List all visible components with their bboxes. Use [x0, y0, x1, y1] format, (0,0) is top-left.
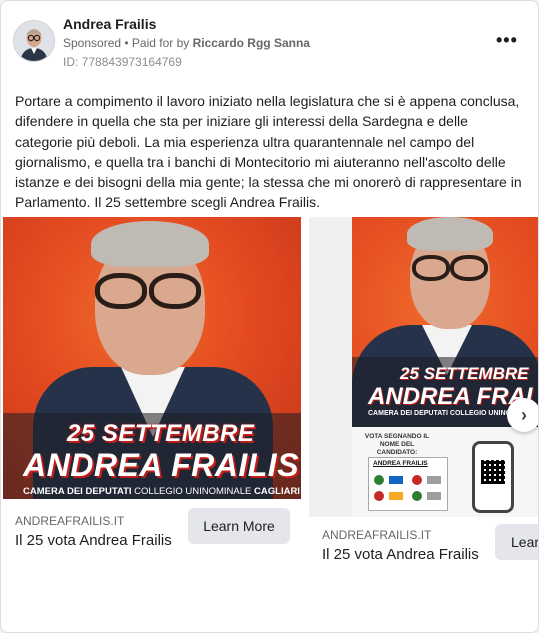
candidate-photo-2[interactable]: 25 SETTEMBRE ANDREA FRAI CAMERA DEI DEPU…: [352, 217, 538, 517]
ad-date-text: 25 SETTEMBRE: [400, 364, 529, 383]
carousel-card-2[interactable]: 25 SETTEMBRE ANDREA FRAI CAMERA DEI DEPU…: [309, 217, 538, 572]
more-options-icon[interactable]: •••: [496, 31, 518, 49]
sponsored-label: Sponsored: [63, 36, 122, 50]
ad-carousel: 25 SETTEMBRE ANDREA FRAILIS CAMERA DEI D…: [1, 217, 538, 577]
post-text: Portare a compimento il lavoro iniziato …: [15, 93, 522, 211]
ad-date-text: 25 SETTEMBRE: [67, 420, 255, 447]
author-name[interactable]: Andrea Frailis: [63, 16, 156, 32]
hair-shape: [91, 221, 209, 267]
learn-more-button-2[interactable]: Lear: [495, 524, 538, 560]
carousel-card-1[interactable]: 25 SETTEMBRE ANDREA FRAILIS CAMERA DEI D…: [3, 217, 303, 572]
card-2-domain: ANDREAFRAILIS.IT: [322, 528, 432, 542]
ballot-illustration: ANDREA FRAILIS: [368, 457, 448, 511]
candidate-photo-1[interactable]: 25 SETTEMBRE ANDREA FRAILIS CAMERA DEI D…: [3, 217, 301, 499]
vote-instructions: VOTA SEGNANDO IL NOME DEL CANDIDATO: AND…: [352, 427, 538, 517]
ad-chamber-text: CAMERA DEI DEPUTATI COLLEGIO UNINOMINALE…: [23, 486, 301, 497]
sponsored-line: Sponsored • Paid for by Riccardo Rgg San…: [63, 36, 310, 50]
card-2-caption[interactable]: ANDREAFRAILIS.IT Il 25 vota Andrea Frail…: [322, 528, 479, 563]
paid-for-prefix: • Paid for by: [121, 36, 193, 50]
qr-code-icon: [481, 460, 505, 484]
card-2-image-frame: 25 SETTEMBRE ANDREA FRAI CAMERA DEI DEPU…: [309, 217, 538, 517]
chevron-right-icon[interactable]: ›: [507, 398, 538, 432]
ad-name-text: ANDREA FRAILIS: [23, 447, 300, 483]
glasses-left-icon: [412, 255, 450, 281]
glasses-right-icon: [149, 273, 201, 309]
learn-more-button[interactable]: Learn More: [188, 508, 290, 544]
avatar[interactable]: [13, 20, 55, 62]
card-1-title: Il 25 vota Andrea Frailis: [15, 532, 172, 549]
phone-illustration: [472, 441, 514, 513]
vote-title: VOTA SEGNANDO IL NOME DEL CANDIDATO:: [364, 433, 430, 456]
ad-id: ID: 778843973164769: [63, 55, 182, 69]
card-2-title: Il 25 vota Andrea Frailis: [322, 546, 479, 563]
payer-name[interactable]: Riccardo Rgg Sanna: [193, 36, 310, 50]
card-1-caption[interactable]: ANDREAFRAILIS.IT Il 25 vota Andrea Frail…: [15, 514, 172, 549]
glasses-left-icon: [95, 273, 147, 309]
glasses-right-icon: [450, 255, 488, 281]
card-1-domain: ANDREAFRAILIS.IT: [15, 514, 125, 528]
ad-card: Andrea Frailis Sponsored • Paid for by R…: [0, 0, 539, 633]
ballot-name: ANDREA FRAILIS: [373, 460, 428, 467]
hair-shape: [407, 217, 493, 251]
